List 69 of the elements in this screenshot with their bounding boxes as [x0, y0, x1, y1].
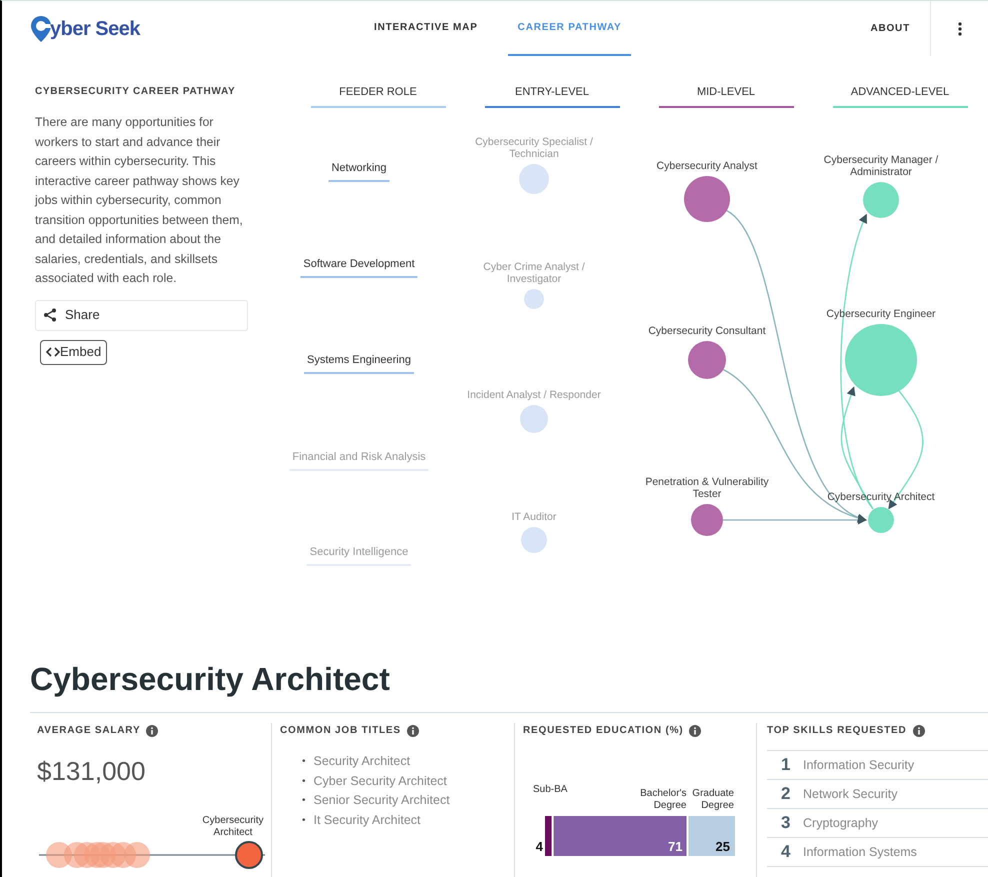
panel-heading: COMMON JOB TITLES — [280, 724, 401, 738]
role-node[interactable] — [863, 182, 899, 218]
role-node[interactable] — [868, 506, 894, 532]
role-node[interactable] — [520, 404, 548, 432]
panel-heading: AVERAGE SALARY — [37, 724, 140, 738]
feeder-role[interactable]: Software Development — [300, 256, 418, 278]
section-heading: CYBERSECURITY CAREER PATHWAY — [35, 85, 236, 99]
column-header: MID-LEVEL — [658, 84, 794, 108]
role-node[interactable] — [684, 176, 730, 222]
share-button[interactable]: Share — [35, 300, 248, 330]
value-label: 25 — [716, 839, 730, 854]
role-node[interactable] — [521, 526, 547, 552]
job-title: It Security Architect — [314, 812, 420, 829]
embed-button[interactable]: Embed — [40, 340, 108, 364]
feeder-role[interactable]: Systems Engineering — [304, 352, 414, 374]
feeder-role[interactable]: Networking — [328, 160, 390, 182]
nav-tab[interactable]: INTERACTIVE MAP — [364, 1, 488, 56]
bullet: • — [302, 755, 306, 769]
series-label: Graduate Degree — [691, 788, 734, 812]
bullet: • — [302, 794, 306, 808]
logo-text[interactable]: yber Seek — [50, 14, 140, 44]
skill-rank: 2 — [781, 783, 791, 806]
skill-rank: 3 — [781, 812, 791, 834]
role-label: IT Auditor — [510, 510, 558, 522]
info-icon[interactable] — [406, 724, 419, 736]
highlight-label: Cybersecurity Architect — [201, 815, 265, 839]
skill-name: Information Systems — [803, 844, 917, 861]
description-paragraph: There are many opportunities for workers to start and advance their careers within cybersecurity. This interactive career pathway shows key jobs within cybersecurity, common transition opportunities between them, and detailed information about the salaries, credentials, and skillsets associated with each role. — [35, 114, 244, 287]
role-label: Cybersecurity Specialist / Technician — [474, 136, 594, 160]
info-icon[interactable] — [146, 724, 158, 736]
series-label: Bachelor's Degree — [639, 788, 686, 812]
more-menu-icon[interactable] — [958, 22, 962, 36]
code-icon — [46, 347, 60, 357]
skill-rank: 4 — [781, 841, 791, 864]
role-label: Cybersecurity Consultant — [647, 324, 767, 336]
role-label: Cyber Crime Analyst / Investigator — [482, 260, 586, 284]
panel-heading: REQUESTED EDUCATION (%) — [523, 724, 684, 738]
role-title: Cybersecurity Architect — [29, 660, 391, 699]
role-node[interactable] — [524, 288, 544, 308]
series-label: Sub-BA — [533, 784, 568, 796]
role-label: Cybersecurity Manager / Administrator — [822, 154, 940, 178]
bullet: • — [302, 814, 306, 828]
bullet: • — [302, 774, 306, 788]
role-node[interactable] — [845, 324, 917, 396]
salary-value: $131,000 — [37, 755, 146, 788]
job-title: Cyber Security Architect — [314, 772, 447, 790]
info-icon[interactable] — [689, 724, 702, 736]
column-header: ENTRY-LEVEL — [484, 84, 620, 108]
info-icon[interactable] — [912, 724, 925, 736]
skill-name: Network Security — [803, 786, 898, 803]
job-title: Senior Security Architect — [314, 792, 450, 809]
skill-name: Information Security — [803, 756, 914, 774]
column-header: FEEDER ROLE — [310, 84, 446, 108]
job-title: Security Architect — [314, 753, 410, 770]
column-header: ADVANCED-LEVEL — [832, 84, 968, 108]
role-label: Incident Analyst / Responder — [466, 388, 602, 400]
map-pin-logo-icon — [30, 14, 52, 42]
panel-heading: TOP SKILLS REQUESTED — [767, 724, 907, 738]
skill-name: Cryptography — [803, 814, 878, 832]
value-label: 71 — [668, 839, 682, 854]
role-node[interactable] — [519, 164, 549, 194]
role-node[interactable] — [691, 504, 723, 536]
role-label: Cybersecurity Analyst — [656, 160, 758, 172]
role-node[interactable] — [688, 340, 726, 378]
about-link[interactable]: ABOUT — [870, 1, 930, 56]
skill-rank: 1 — [781, 754, 791, 776]
value-label: 4 — [536, 839, 543, 854]
share-icon — [43, 308, 57, 322]
role-label: Penetration & Vulnerability Tester — [644, 476, 770, 500]
